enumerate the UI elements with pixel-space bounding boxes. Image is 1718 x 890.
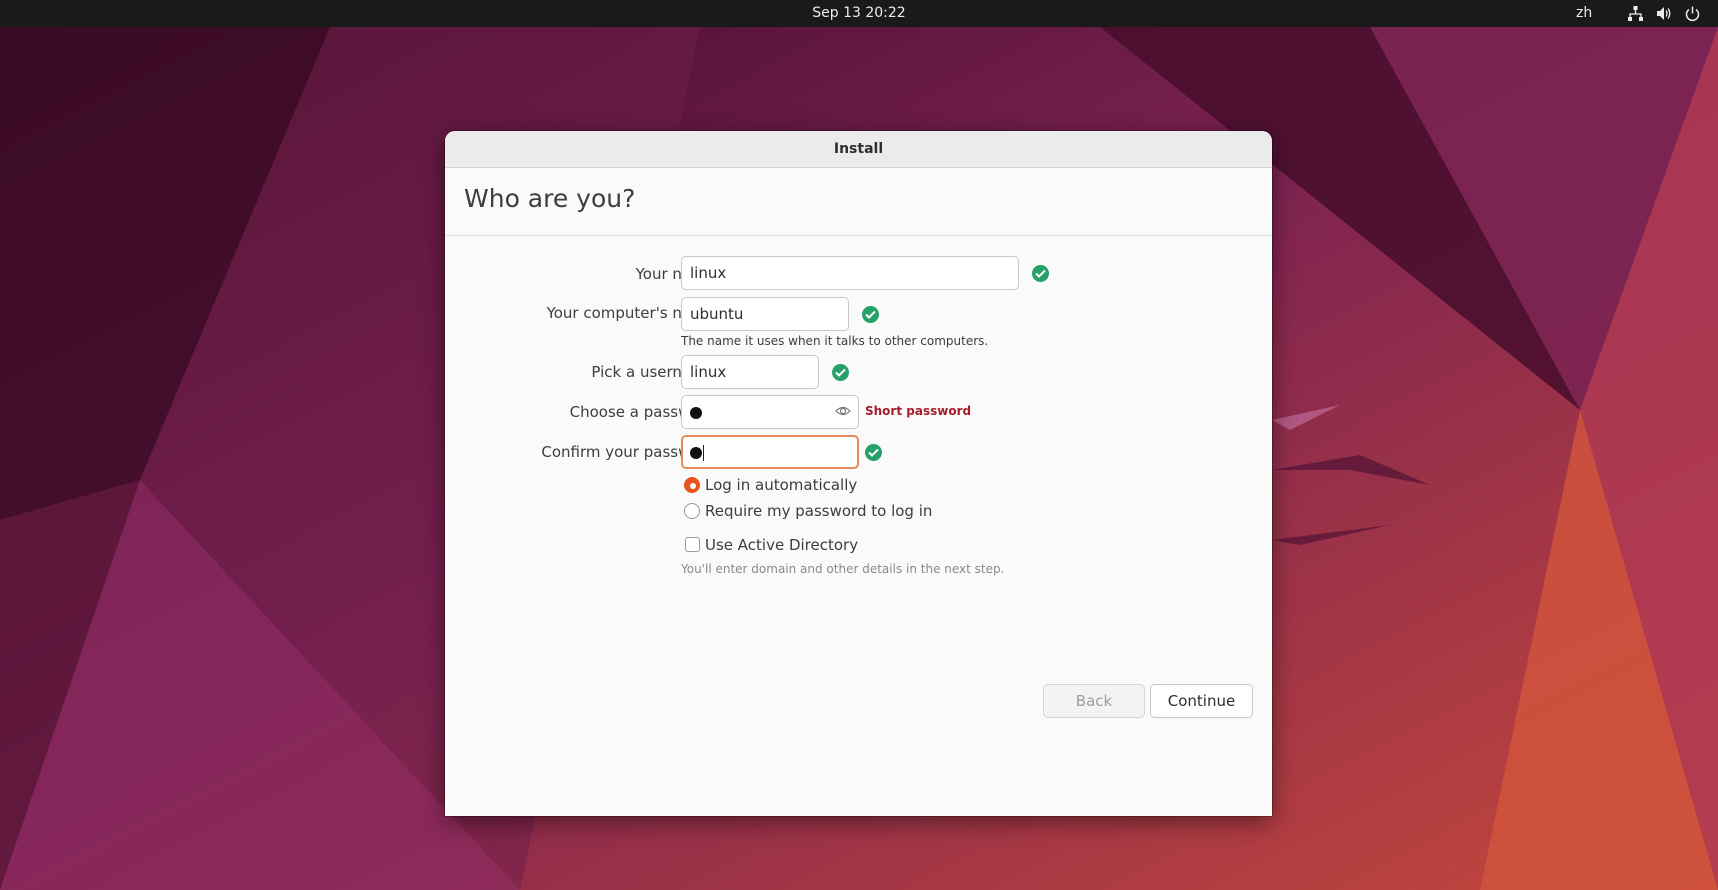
clock[interactable]: Sep 13 20:22 (0, 0, 1718, 27)
name-valid-check-icon (1032, 265, 1049, 282)
password-field[interactable] (681, 395, 859, 429)
window-title: Install (445, 131, 1272, 168)
page-title: Who are you? (464, 184, 636, 213)
confirm-password-field[interactable] (681, 435, 859, 469)
network-icon[interactable] (1627, 5, 1644, 22)
active-directory-hint: You'll enter domain and other details in… (681, 562, 1005, 576)
top-bar: Sep 13 20:22 zh (0, 0, 1718, 27)
show-password-eye-icon[interactable] (835, 405, 851, 417)
active-directory-checkbox[interactable] (685, 537, 700, 552)
computer-name-label: Your computer's name: (546, 304, 720, 322)
keyboard-language-indicator[interactable]: zh (1576, 0, 1592, 27)
active-directory-label[interactable]: Use Active Directory (705, 536, 858, 554)
password-strength-warning: Short password (865, 404, 972, 418)
computer-name-field[interactable]: ubuntu (681, 297, 849, 331)
name-label: Your name: (635, 265, 720, 283)
installer-window: Install Who are you? Your name: linux Yo… (445, 131, 1272, 816)
name-field[interactable]: linux (681, 256, 1019, 290)
continue-button[interactable]: Continue (1150, 684, 1253, 718)
username-valid-check-icon (832, 364, 849, 381)
username-value: linux (690, 363, 727, 381)
require-password-radio[interactable] (684, 503, 700, 519)
password-label: Choose a password: (569, 403, 720, 421)
password-mask-dot (690, 406, 702, 419)
confirm-password-label: Confirm your password: (541, 443, 720, 461)
login-automatically-label[interactable]: Log in automatically (705, 476, 857, 494)
confirm-password-mask-dot (690, 446, 702, 459)
username-label: Pick a username: (591, 363, 720, 381)
login-automatically-radio[interactable] (684, 477, 700, 493)
computer-name-value: ubuntu (690, 305, 744, 323)
require-password-label[interactable]: Require my password to log in (705, 502, 932, 520)
computer-name-hint: The name it uses when it talks to other … (681, 334, 989, 348)
back-button[interactable]: Back (1043, 684, 1145, 718)
heading-divider (445, 235, 1272, 236)
power-icon[interactable] (1684, 5, 1701, 22)
name-value: linux (690, 264, 727, 282)
volume-icon[interactable] (1655, 5, 1672, 22)
confirm-password-valid-check-icon (865, 444, 882, 461)
text-cursor (703, 444, 704, 461)
computer-name-valid-check-icon (862, 306, 879, 323)
username-field[interactable]: linux (681, 355, 819, 389)
